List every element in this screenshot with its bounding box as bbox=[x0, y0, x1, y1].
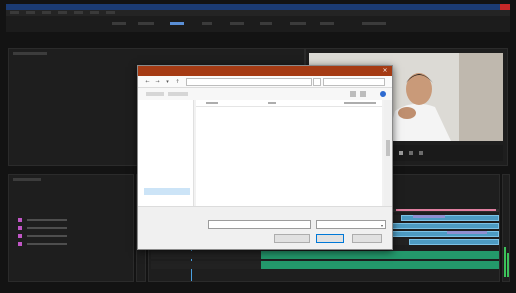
clip-label-swatch bbox=[18, 218, 22, 222]
audio-meter-left bbox=[504, 247, 506, 277]
file-type-select[interactable]: ▾ bbox=[316, 220, 386, 229]
nav-item-6[interactable] bbox=[144, 148, 190, 155]
workspace-tab-9[interactable] bbox=[362, 22, 386, 25]
workspace-tab-8[interactable] bbox=[320, 22, 334, 25]
organize-menu[interactable] bbox=[146, 92, 164, 96]
audio-track-1[interactable] bbox=[151, 251, 499, 259]
nav-item-12[interactable] bbox=[144, 196, 190, 203]
file-name-input[interactable] bbox=[208, 220, 311, 229]
project-panel-tab[interactable] bbox=[13, 178, 41, 181]
forward-button[interactable] bbox=[409, 151, 413, 155]
new-folder-button[interactable] bbox=[168, 92, 188, 96]
nav-item-3[interactable] bbox=[144, 122, 190, 129]
clip-label-swatch bbox=[18, 226, 22, 230]
clip-label-bar bbox=[447, 231, 487, 234]
nav-item-9[interactable] bbox=[144, 172, 190, 179]
open-file-dialog: × ← → ▾ ↑ ▾ bbox=[137, 65, 393, 250]
workspace-tab-1[interactable] bbox=[112, 22, 126, 25]
project-item[interactable] bbox=[13, 233, 131, 239]
back-arrow-icon[interactable]: ← bbox=[144, 79, 151, 85]
nav-item-5[interactable] bbox=[144, 140, 190, 147]
project-panel[interactable] bbox=[8, 174, 134, 282]
file-list-item[interactable] bbox=[200, 199, 380, 205]
nav-item-8[interactable] bbox=[144, 164, 190, 171]
help-icon[interactable] bbox=[380, 91, 386, 97]
recent-locations-icon[interactable]: ▾ bbox=[164, 79, 171, 85]
audio-clip[interactable] bbox=[261, 251, 499, 259]
address-bar[interactable] bbox=[186, 78, 312, 86]
menu-item-2[interactable] bbox=[26, 11, 35, 14]
workspace-tab-5[interactable] bbox=[230, 22, 244, 25]
column-header-2[interactable] bbox=[268, 102, 276, 104]
menu-item-1[interactable] bbox=[10, 11, 19, 14]
menu-item-7[interactable] bbox=[106, 11, 115, 14]
workspace-tab-6[interactable] bbox=[260, 22, 272, 25]
step-forward-button[interactable] bbox=[419, 151, 423, 155]
menu-item-5[interactable] bbox=[74, 11, 83, 14]
dialog-command-bar bbox=[138, 88, 392, 100]
nav-item-1[interactable] bbox=[144, 104, 190, 111]
up-arrow-icon[interactable]: ↑ bbox=[174, 79, 181, 85]
nav-item-11[interactable] bbox=[144, 188, 190, 195]
tools-button[interactable] bbox=[274, 234, 310, 243]
chevron-down-icon: ▾ bbox=[380, 223, 383, 228]
nav-item-7[interactable] bbox=[144, 156, 190, 163]
workspace-tab-active[interactable] bbox=[170, 22, 184, 25]
file-list-scrollbar[interactable] bbox=[384, 100, 392, 206]
clip-label-swatch bbox=[18, 242, 22, 246]
project-item[interactable] bbox=[13, 241, 131, 247]
clip-label-swatch bbox=[18, 234, 22, 238]
project-item-name bbox=[27, 227, 67, 229]
work-area-bar[interactable] bbox=[396, 209, 496, 211]
refresh-icon[interactable] bbox=[313, 78, 321, 86]
project-item-name bbox=[27, 219, 67, 221]
forward-arrow-icon[interactable]: → bbox=[154, 79, 161, 85]
column-header-name[interactable] bbox=[206, 102, 218, 104]
search-input[interactable] bbox=[323, 78, 385, 86]
dialog-footer: ▾ bbox=[138, 206, 392, 249]
project-item[interactable] bbox=[13, 217, 131, 223]
close-icon[interactable]: × bbox=[381, 67, 389, 75]
open-button[interactable] bbox=[316, 234, 344, 243]
source-monitor-tab[interactable] bbox=[13, 52, 47, 55]
project-item-name bbox=[27, 243, 67, 245]
dialog-navigation-bar: ← → ▾ ↑ bbox=[138, 76, 392, 88]
nav-item-10[interactable] bbox=[144, 180, 190, 187]
nav-item-4[interactable] bbox=[144, 132, 190, 139]
play-button[interactable] bbox=[399, 151, 403, 155]
workspace-tab-7[interactable] bbox=[290, 22, 306, 25]
file-list-header bbox=[196, 100, 382, 107]
workspace-tab-4[interactable] bbox=[202, 22, 212, 25]
video-clip[interactable] bbox=[383, 223, 499, 229]
preview-pane-icon[interactable] bbox=[360, 91, 366, 97]
view-options-icon[interactable] bbox=[350, 91, 356, 97]
dialog-navigation-pane bbox=[138, 100, 194, 206]
dialog-titlebar[interactable]: × bbox=[138, 66, 392, 76]
cancel-button[interactable] bbox=[352, 234, 382, 243]
video-clip[interactable] bbox=[409, 239, 499, 245]
menu-item-3[interactable] bbox=[42, 11, 51, 14]
clip-label-bar bbox=[413, 215, 445, 218]
project-item[interactable] bbox=[13, 225, 131, 231]
workspace-bar bbox=[6, 16, 510, 32]
dialog-file-list bbox=[196, 100, 382, 206]
nav-item-2[interactable] bbox=[144, 114, 190, 121]
menu-item-6[interactable] bbox=[90, 11, 99, 14]
project-item-name bbox=[27, 235, 67, 237]
audio-meter-right bbox=[507, 253, 509, 277]
menu-item-4[interactable] bbox=[58, 11, 67, 14]
audio-meter-panel bbox=[502, 174, 510, 282]
workspace-tab-2[interactable] bbox=[138, 22, 154, 25]
audio-track-2[interactable] bbox=[151, 261, 499, 269]
column-header-3[interactable] bbox=[344, 102, 376, 104]
scrollbar-thumb[interactable] bbox=[386, 140, 390, 156]
audio-clip[interactable] bbox=[261, 261, 499, 269]
